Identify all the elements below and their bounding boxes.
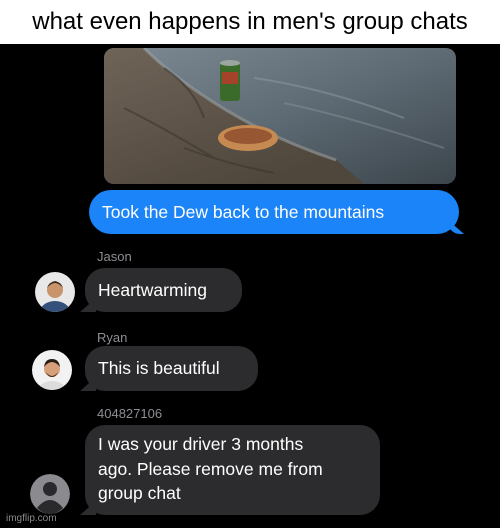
sender-name-jason: Jason [97,249,132,264]
message-text: This is beautiful [98,358,220,378]
sender-name-number: 404827106 [97,406,163,421]
incoming-message-bubble[interactable]: I was your driver 3 months ago. Please r… [80,425,380,515]
message-photo[interactable] [104,48,456,184]
message-line: I was your driver 3 months [98,434,304,454]
sender-name-ryan: Ryan [97,330,128,345]
avatar-photo-icon [35,272,75,312]
bubble-tail [80,501,96,515]
bubble-tail [80,377,96,391]
person-placeholder-icon [30,474,70,514]
meme-screenshot: what even happens in men's group chats T… [0,0,500,528]
meme-caption: what even happens in men's group chats [0,0,500,44]
avatar-ryan[interactable] [32,350,72,390]
outgoing-message-bubble[interactable]: Took the Dew back to the mountains [89,190,459,234]
avatar-jason[interactable] [35,272,75,312]
imgflip-watermark: imgflip.com [6,513,57,524]
avatar-photo-icon [32,350,72,390]
incoming-message-bubble[interactable]: This is beautiful [80,346,258,391]
avatar-unknown[interactable] [30,474,70,514]
bubble-tail [80,298,96,312]
incoming-message-bubble[interactable]: Heartwarming [80,268,242,312]
message-line: ago. Please remove me from [98,458,323,479]
photo-image [104,48,456,184]
message-text: Heartwarming [98,280,207,300]
message-line: group chat [98,483,181,503]
